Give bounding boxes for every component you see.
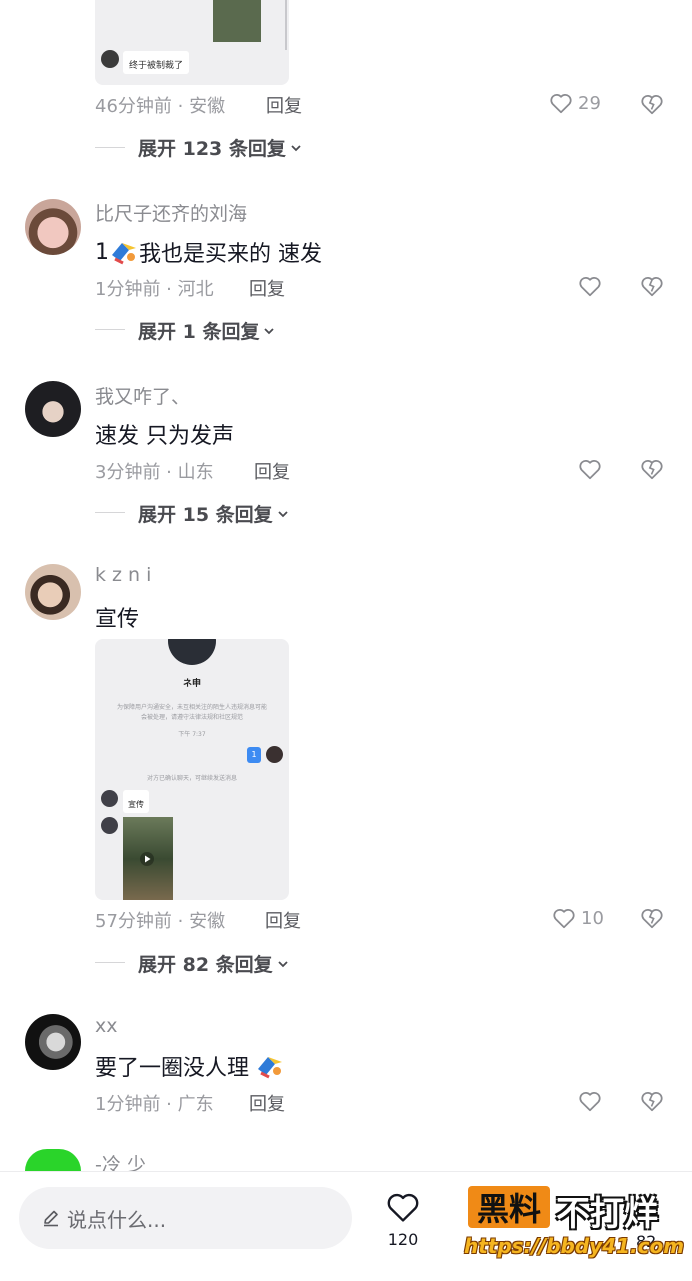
expand-replies-button[interactable]: 展开 15 条回复	[138, 500, 290, 527]
comment-text: 1 我也是买来的 速发	[95, 236, 322, 268]
like-count: 29	[578, 92, 601, 114]
comment-meta: 46分钟前 · 安徽	[95, 96, 226, 117]
comment-meta: 57分钟前 · 安徽	[95, 911, 226, 932]
bottom-like-button[interactable]: 120	[380, 1188, 426, 1249]
comment-text: 要了一圈没人理	[95, 1050, 285, 1082]
emoji-icon	[258, 1057, 283, 1079]
expand-replies-label: 展开 15 条回复	[138, 504, 273, 526]
comment-meta: 1分钟前 · 河北	[95, 279, 214, 300]
dislike-icon[interactable]	[639, 91, 665, 117]
like-count: 10	[581, 907, 604, 929]
comment-meta: 3分钟前 · 山东	[95, 462, 214, 483]
bottom-bar: 说点什么... 120 82 黑料 不打烊 https://bbdy41.com	[0, 1171, 692, 1281]
image-caption: 终于被制裁了	[129, 61, 184, 71]
heart-icon	[550, 94, 572, 114]
avatar[interactable]	[25, 564, 81, 620]
comment-image[interactable]: 终于被制裁了	[95, 0, 289, 85]
expand-replies-label: 展开 1 条回复	[138, 321, 260, 343]
heart-icon[interactable]	[577, 456, 603, 482]
chat-status: 对方已确认聊天，可继续发送消息	[146, 775, 237, 782]
comment-text-body: 要了一圈没人理	[95, 1056, 250, 1081]
reply-button[interactable]: 回复	[266, 92, 302, 118]
comment-input-placeholder: 说点什么...	[67, 1207, 167, 1232]
thumbnail-divider	[285, 0, 287, 50]
expand-replies-button[interactable]: 展开 123 条回复	[138, 134, 303, 161]
chat-time: 下午 7:37	[178, 731, 206, 738]
heart-icon[interactable]	[577, 1088, 603, 1114]
reply-button[interactable]: 回复	[265, 907, 301, 933]
expand-divider	[95, 962, 125, 963]
avatar[interactable]	[25, 199, 81, 255]
comment-input[interactable]: 说点什么...	[19, 1187, 352, 1249]
dislike-icon[interactable]	[639, 1088, 665, 1114]
reply-button[interactable]: 回复	[249, 1090, 285, 1116]
expand-divider	[95, 147, 125, 148]
chat-other-avatar-2	[101, 817, 118, 834]
watermark-logo-text: 黑料	[476, 1190, 541, 1228]
avatar[interactable]	[25, 1149, 81, 1171]
pencil-icon	[44, 1210, 58, 1227]
watermark-logo: 黑料	[468, 1186, 550, 1228]
bottom-like-count: 120	[387, 1230, 419, 1249]
username[interactable]: k z n i	[95, 564, 151, 586]
chat-notice: 为保障用户沟通安全，未互相关注的陌生人违规消息可能会被处理，请遵守法律法规和社区…	[117, 704, 268, 721]
username[interactable]: 我又咋了、	[95, 382, 190, 409]
chevron-down-icon	[291, 144, 301, 151]
watermark: 黑料 不打烊 https://bbdy41.com	[464, 1184, 684, 1270]
username[interactable]: 比尺子还齐的刘海	[95, 199, 247, 226]
chat-bubble-sent: 1	[247, 747, 261, 763]
reply-button[interactable]: 回复	[249, 275, 285, 301]
expand-divider	[95, 329, 125, 330]
chat-bubble-received: 宣传	[123, 790, 149, 813]
chevron-down-icon	[264, 327, 275, 334]
emoji-icon	[112, 243, 136, 265]
avatar[interactable]	[25, 381, 81, 437]
dislike-icon[interactable]	[639, 273, 665, 299]
chat-avatar	[101, 50, 119, 68]
expand-replies-button[interactable]: 展开 82 条回复	[138, 950, 290, 977]
comment-text: 宣传	[95, 607, 140, 632]
avatar[interactable]	[25, 1014, 81, 1070]
chat-bubble: 终于被制裁了	[123, 51, 190, 74]
comment-meta: 1分钟前 · 广东	[95, 1094, 214, 1115]
chat-name: ネ申	[182, 679, 201, 689]
chat-other-avatar	[101, 790, 118, 807]
expand-replies-label: 展开 123 条回复	[138, 138, 286, 160]
watermark-title: 不打烊	[556, 1194, 658, 1234]
username[interactable]: xx	[95, 1015, 118, 1037]
dislike-icon[interactable]	[639, 456, 665, 482]
chat-bubble-text: 1	[251, 750, 257, 759]
video-thumbnail[interactable]	[213, 0, 261, 42]
like-button[interactable]: 29	[548, 90, 601, 116]
comment-text: 速发 只为发声	[95, 424, 234, 449]
expand-replies-button[interactable]: 展开 1 条回复	[138, 317, 276, 344]
reply-button[interactable]: 回复	[254, 458, 290, 484]
comment-text-body: 我也是买来的 速发	[139, 242, 322, 267]
chevron-down-icon	[278, 960, 288, 967]
video-thumbnail[interactable]	[123, 817, 173, 900]
chat-message: 宣传	[128, 800, 144, 809]
expand-divider	[95, 512, 125, 513]
expand-replies-label: 展开 82 条回复	[138, 954, 273, 976]
heart-icon[interactable]	[577, 273, 603, 299]
watermark-url: https://bbdy41.com	[464, 1234, 685, 1258]
chat-header-avatar	[168, 639, 216, 665]
dislike-icon[interactable]	[639, 905, 665, 931]
heart-icon	[553, 909, 575, 929]
comment-image[interactable]: ネ申 为保障用户沟通安全，未互相关注的陌生人违规消息可能会被处理，请遵守法律法规…	[95, 639, 289, 900]
comment-text-prefix: 1	[95, 239, 109, 265]
chevron-down-icon	[278, 510, 288, 517]
play-icon	[140, 852, 154, 866]
chat-self-avatar	[266, 746, 283, 763]
heart-icon	[387, 1193, 419, 1222]
like-button[interactable]: 10	[551, 905, 604, 931]
